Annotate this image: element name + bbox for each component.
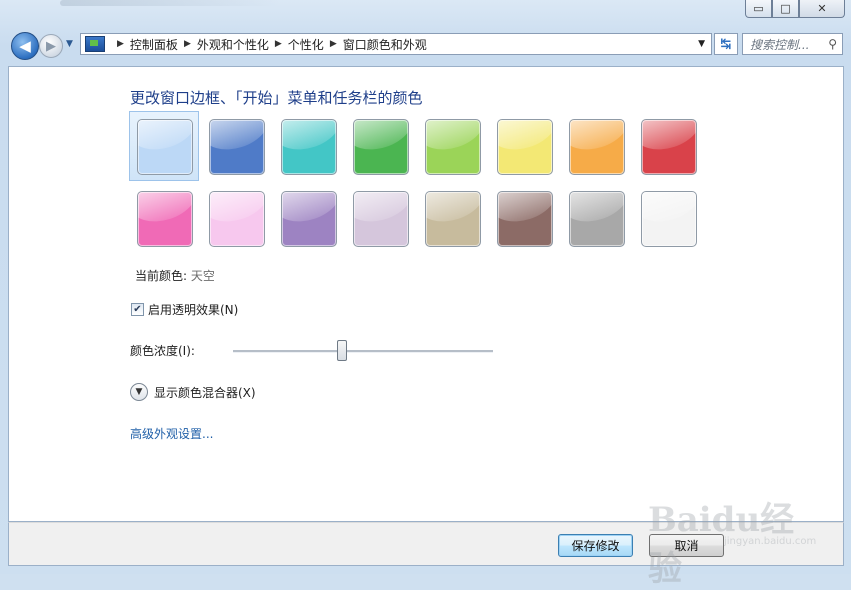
back-arrow-icon: ◀ [19,37,31,55]
maximize-icon: □ [780,2,791,15]
chevron-right-icon[interactable]: ▶ [117,39,124,49]
breadcrumb-item[interactable]: 窗口颜色和外观 [343,36,427,53]
current-color-value: 天空 [190,269,215,283]
search-input[interactable]: 搜索控制... ⚲ [742,33,843,55]
swatch-color[interactable] [497,191,553,247]
swatch-color[interactable] [209,119,265,175]
swatch-lime[interactable] [425,119,481,175]
swatch-color[interactable] [209,191,265,247]
intensity-slider-track[interactable] [233,350,493,353]
search-placeholder: 搜索控制... [750,37,810,52]
swatch-slate[interactable] [569,191,625,247]
color-mixer-label[interactable]: 显示颜色混合器(X) [154,384,256,401]
recent-pages-dropdown[interactable]: ▼ [66,39,73,49]
swatch-leaf[interactable] [353,119,409,175]
chevron-right-icon[interactable]: ▶ [184,39,191,49]
breadcrumb-item[interactable]: 个性化 [288,36,324,53]
swatch-color[interactable] [641,191,697,247]
address-bar[interactable]: ▶ 控制面板 ▶ 外观和个性化 ▶ 个性化 ▶ 窗口颜色和外观 ▼ [80,33,712,55]
swatch-fuchsia[interactable] [137,191,193,247]
swatch-color[interactable] [281,119,337,175]
swatch-color[interactable] [137,119,193,175]
watermark-url: jingyan.baidu.com [724,536,817,547]
swatch-sea[interactable] [281,119,337,175]
swatch-chocolate[interactable] [497,191,553,247]
chevron-down-icon[interactable]: ▼ [130,383,148,401]
swatch-sky[interactable] [129,111,199,181]
intensity-row: 颜色浓度(I): [130,342,195,359]
watermark: Baidu经验 jingyan.baidu.com [648,492,816,589]
swatch-blush[interactable] [209,191,265,247]
swatch-taupe[interactable] [425,191,481,247]
address-dropdown-icon[interactable]: ▼ [698,39,705,49]
chevron-right-icon[interactable]: ▶ [275,39,282,49]
navigation-bar: ◀ ▶ ▼ ▶ 控制面板 ▶ 外观和个性化 ▶ 个性化 ▶ 窗口颜色和外观 ▼ … [8,30,844,62]
back-button[interactable]: ◀ [11,32,39,60]
forward-button[interactable]: ▶ [39,34,63,58]
close-icon: ✕ [817,2,827,15]
caption-buttons: ▭ □ ✕ [745,0,845,18]
close-button[interactable]: ✕ [799,0,845,18]
swatch-color[interactable] [497,119,553,175]
main-panel: 更改窗口边框、「开始」菜单和任务栏的颜色 当前颜色: 天空 ✔ 启用透明效果(N… [8,66,844,522]
breadcrumb: ▶ 控制面板 ▶ 外观和个性化 ▶ 个性化 ▶ 窗口颜色和外观 [111,36,427,53]
maximize-button[interactable]: □ [772,0,799,18]
current-color: 当前颜色: 天空 [135,267,215,284]
page-title: 更改窗口边框、「开始」菜单和任务栏的颜色 [130,89,423,107]
swatch-color[interactable] [425,191,481,247]
swatch-row [137,191,697,247]
color-swatch-grid [129,111,697,263]
forward-arrow-icon: ▶ [46,38,56,54]
window-frame: ▭ □ ✕ ◀ ▶ ▼ ▶ 控制面板 ▶ 外观和个性化 ▶ 个性化 ▶ 窗口颜色… [0,0,851,589]
swatch-color[interactable] [569,119,625,175]
swatch-lemon[interactable] [497,119,553,175]
swatch-frost[interactable] [641,191,697,247]
swatch-color[interactable] [569,191,625,247]
breadcrumb-item[interactable]: 控制面板 [130,36,178,53]
search-icon[interactable]: ⚲ [828,37,837,51]
swatch-violet[interactable] [281,191,337,247]
swatch-color[interactable] [281,191,337,247]
swatch-row [129,111,697,181]
chevron-right-icon[interactable]: ▶ [330,39,337,49]
swatch-color[interactable] [641,119,697,175]
save-button[interactable]: 保存修改 [558,534,633,557]
swatch-color[interactable] [425,119,481,175]
title-bar [60,0,280,6]
swatch-color[interactable] [353,191,409,247]
swatch-ruby[interactable] [641,119,697,175]
transparency-label[interactable]: 启用透明效果(N) [148,301,238,318]
refresh-button[interactable]: ↹ [714,33,738,55]
swatch-color[interactable] [137,191,193,247]
swatch-pumpkin[interactable] [569,119,625,175]
transparency-option[interactable]: ✔ 启用透明效果(N) [131,301,238,318]
current-color-label: 当前颜色: [135,269,188,283]
intensity-slider-thumb[interactable] [337,340,348,361]
color-mixer-toggle[interactable]: ▼ 显示颜色混合器(X) [130,383,256,401]
swatch-color[interactable] [353,119,409,175]
intensity-label: 颜色浓度(I): [130,344,195,358]
breadcrumb-item[interactable]: 外观和个性化 [197,36,269,53]
minimize-button[interactable]: ▭ [745,0,772,18]
swatch-twilight[interactable] [209,119,265,175]
minimize-icon: ▭ [753,2,764,15]
refresh-icon: ↹ [720,36,732,52]
control-panel-icon [85,36,105,52]
swatch-lavender[interactable] [353,191,409,247]
advanced-appearance-link[interactable]: 高级外观设置... [130,425,213,442]
transparency-checkbox[interactable]: ✔ [131,303,144,316]
